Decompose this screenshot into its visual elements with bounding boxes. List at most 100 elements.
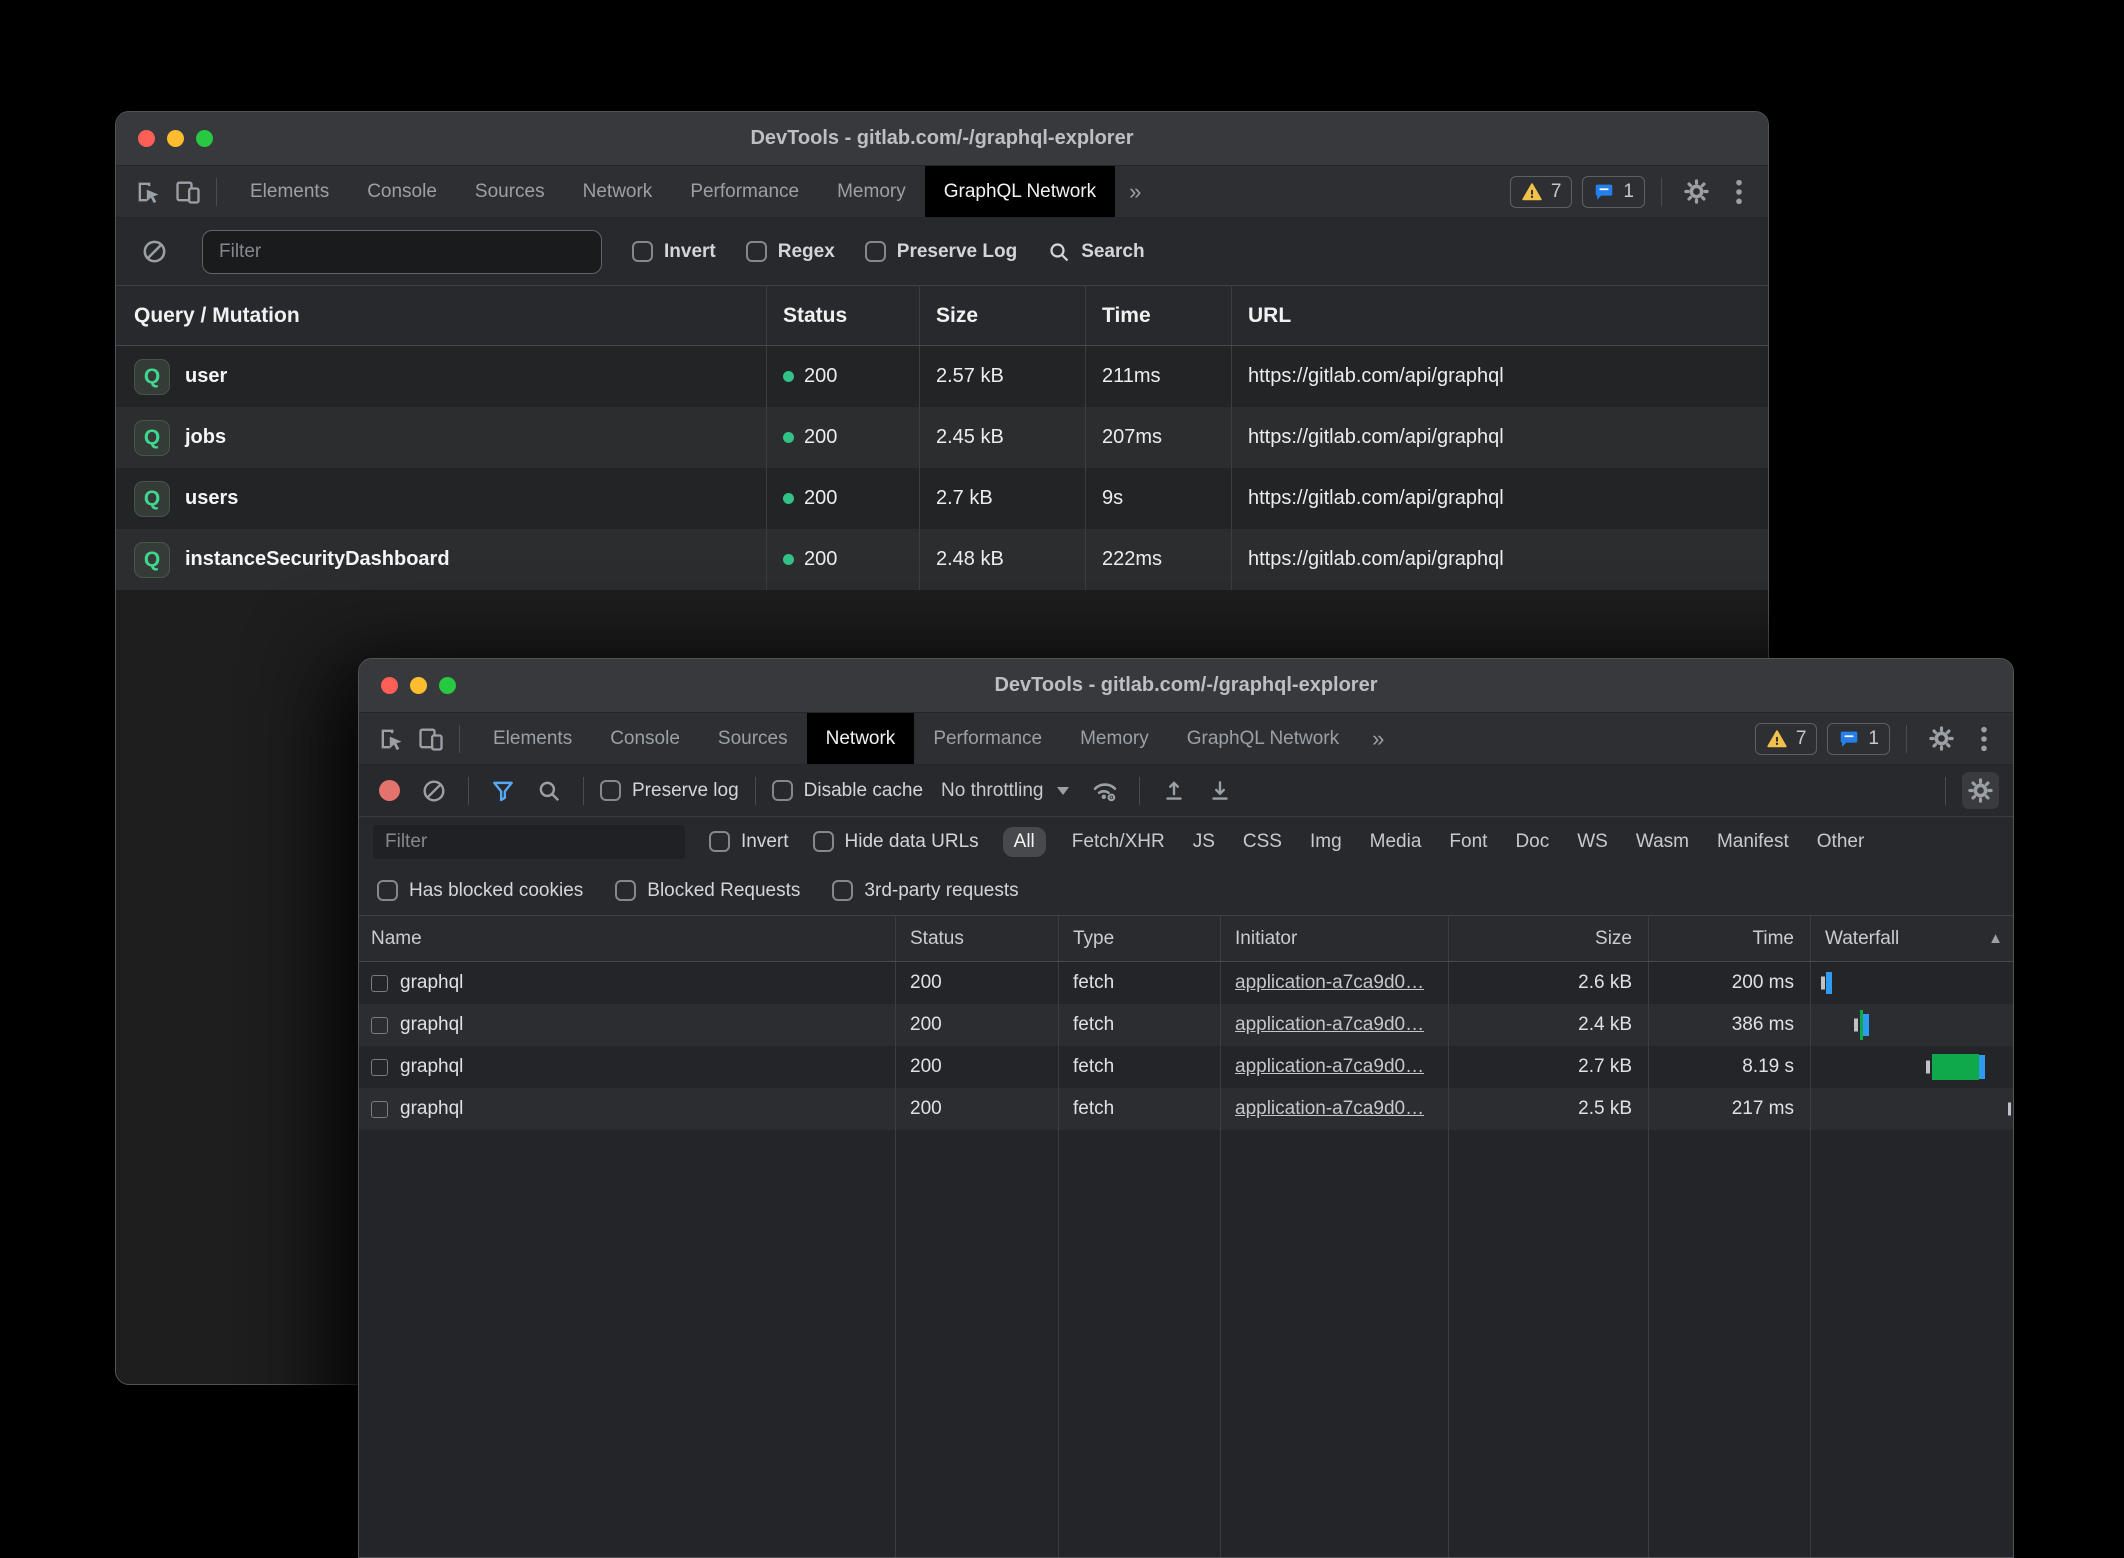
request-filter-checkbox[interactable]: 3rd-party requests bbox=[832, 880, 1018, 902]
issues-badge[interactable]: 1 bbox=[1827, 723, 1890, 755]
network-request-row[interactable]: graphql 200 fetch application-a7ca9d0… 2… bbox=[359, 1088, 2013, 1130]
panel-tab[interactable]: Console bbox=[591, 713, 699, 764]
column-header-time[interactable]: Time bbox=[1648, 916, 1810, 961]
checkbox-box[interactable] bbox=[377, 880, 398, 901]
panel-tab[interactable]: Performance bbox=[914, 713, 1061, 764]
invert-checkbox[interactable]: Invert bbox=[709, 831, 789, 853]
filter-checkbox[interactable]: Regex bbox=[746, 241, 835, 263]
export-har-icon[interactable] bbox=[1202, 773, 1238, 809]
record-button[interactable] bbox=[379, 780, 400, 801]
panel-tab[interactable]: Elements bbox=[231, 166, 348, 217]
filter-input[interactable] bbox=[202, 230, 602, 274]
initiator-link[interactable]: application-a7ca9d0… bbox=[1235, 972, 1424, 994]
filter-checkbox[interactable]: Preserve Log bbox=[865, 241, 1017, 263]
warnings-badge[interactable]: 7 bbox=[1510, 176, 1573, 208]
throttling-dropdown[interactable]: No throttling bbox=[933, 780, 1077, 802]
resource-type-filter[interactable]: CSS bbox=[1241, 827, 1284, 857]
more-tabs-icon[interactable]: » bbox=[1115, 166, 1155, 217]
initiator-link[interactable]: application-a7ca9d0… bbox=[1235, 1014, 1424, 1036]
request-filter-checkbox[interactable]: Blocked Requests bbox=[615, 880, 800, 902]
graphql-request-row[interactable]: Q user 200 2.57 kB 211ms https://gitlab.… bbox=[116, 346, 1768, 407]
checkbox-box[interactable] bbox=[832, 880, 853, 901]
resource-type-filter[interactable]: Font bbox=[1447, 827, 1489, 857]
kebab-menu-icon[interactable] bbox=[1969, 725, 1999, 753]
network-settings-gear-icon[interactable] bbox=[1962, 772, 1999, 809]
panel-tab[interactable]: Memory bbox=[818, 166, 925, 217]
device-toolbar-icon[interactable] bbox=[170, 174, 206, 210]
checkbox-box[interactable] bbox=[746, 241, 767, 262]
resource-type-filter[interactable]: Fetch/XHR bbox=[1070, 827, 1167, 857]
resource-type-filter[interactable]: JS bbox=[1191, 827, 1217, 857]
request-checkbox[interactable] bbox=[371, 1101, 388, 1118]
network-request-row[interactable]: graphql 200 fetch application-a7ca9d0… 2… bbox=[359, 962, 2013, 1004]
initiator-link[interactable]: application-a7ca9d0… bbox=[1235, 1056, 1424, 1078]
column-header-size[interactable]: Size bbox=[919, 286, 1085, 345]
issues-badge[interactable]: 1 bbox=[1582, 176, 1645, 208]
network-conditions-icon[interactable] bbox=[1087, 773, 1123, 809]
filter-funnel-icon[interactable] bbox=[485, 773, 521, 809]
resource-type-filter[interactable]: Manifest bbox=[1715, 827, 1791, 857]
column-header-status[interactable]: Status bbox=[766, 286, 919, 345]
panel-tab[interactable]: GraphQL Network bbox=[925, 166, 1115, 217]
column-header-url[interactable]: URL bbox=[1231, 286, 1768, 345]
column-header-time[interactable]: Time bbox=[1085, 286, 1231, 345]
checkbox-box[interactable] bbox=[772, 780, 793, 801]
clear-icon[interactable] bbox=[416, 773, 452, 809]
request-checkbox[interactable] bbox=[371, 1017, 388, 1034]
resource-type-filter[interactable]: Doc bbox=[1513, 827, 1551, 857]
sort-ascending-icon[interactable]: ▲ bbox=[1988, 930, 2003, 947]
checkbox-box[interactable] bbox=[709, 831, 730, 852]
search-toggle[interactable]: Search bbox=[1047, 240, 1144, 264]
panel-tab[interactable]: Performance bbox=[671, 166, 818, 217]
settings-gear-icon[interactable] bbox=[1923, 721, 1959, 757]
hide-data-urls-checkbox[interactable]: Hide data URLs bbox=[813, 831, 979, 853]
import-har-icon[interactable] bbox=[1156, 773, 1192, 809]
inspect-element-icon[interactable] bbox=[130, 174, 166, 210]
resource-type-filter[interactable]: WS bbox=[1575, 827, 1610, 857]
kebab-menu-icon[interactable] bbox=[1724, 178, 1754, 206]
panel-tab[interactable]: Elements bbox=[474, 713, 591, 764]
warnings-badge[interactable]: 7 bbox=[1755, 723, 1818, 755]
column-header-size[interactable]: Size bbox=[1448, 916, 1648, 961]
column-header-initiator[interactable]: Initiator bbox=[1220, 916, 1448, 961]
panel-tab[interactable]: Memory bbox=[1061, 713, 1168, 764]
disable-cache-checkbox[interactable]: Disable cache bbox=[772, 780, 923, 802]
request-checkbox[interactable] bbox=[371, 1059, 388, 1076]
column-header-name[interactable]: Name bbox=[359, 916, 895, 961]
column-header-type[interactable]: Type bbox=[1058, 916, 1220, 961]
network-request-row[interactable]: graphql 200 fetch application-a7ca9d0… 2… bbox=[359, 1046, 2013, 1088]
graphql-request-row[interactable]: Q instanceSecurityDashboard 200 2.48 kB … bbox=[116, 529, 1768, 590]
titlebar[interactable]: DevTools - gitlab.com/-/graphql-explorer bbox=[359, 659, 2013, 713]
device-toolbar-icon[interactable] bbox=[413, 721, 449, 757]
request-filter-checkbox[interactable]: Has blocked cookies bbox=[377, 880, 583, 902]
panel-tab[interactable]: Sources bbox=[456, 166, 564, 217]
panel-tab[interactable]: Network bbox=[807, 713, 915, 764]
checkbox-box[interactable] bbox=[632, 241, 653, 262]
settings-gear-icon[interactable] bbox=[1678, 174, 1714, 210]
resource-type-filter[interactable]: Wasm bbox=[1634, 827, 1691, 857]
search-icon[interactable] bbox=[531, 773, 567, 809]
graphql-request-row[interactable]: Q users 200 2.7 kB 9s https://gitlab.com… bbox=[116, 468, 1768, 529]
inspect-element-icon[interactable] bbox=[373, 721, 409, 757]
checkbox-box[interactable] bbox=[865, 241, 886, 262]
resource-type-filter[interactable]: Other bbox=[1815, 827, 1867, 857]
panel-tab[interactable]: GraphQL Network bbox=[1168, 713, 1358, 764]
panel-tab[interactable]: Sources bbox=[699, 713, 807, 764]
checkbox-box[interactable] bbox=[813, 831, 834, 852]
resource-type-filter[interactable]: Media bbox=[1368, 827, 1424, 857]
resource-type-filter[interactable]: Img bbox=[1308, 827, 1344, 857]
resource-type-filter[interactable]: All bbox=[1003, 827, 1046, 857]
network-filter-input[interactable] bbox=[373, 825, 685, 859]
panel-tab[interactable]: Network bbox=[564, 166, 672, 217]
filter-checkbox[interactable]: Invert bbox=[632, 241, 716, 263]
titlebar[interactable]: DevTools - gitlab.com/-/graphql-explorer bbox=[116, 112, 1768, 166]
initiator-link[interactable]: application-a7ca9d0… bbox=[1235, 1098, 1424, 1120]
checkbox-box[interactable] bbox=[600, 780, 621, 801]
request-checkbox[interactable] bbox=[371, 975, 388, 992]
checkbox-box[interactable] bbox=[615, 880, 636, 901]
column-header-waterfall[interactable]: Waterfall ▲ bbox=[1810, 916, 2013, 961]
network-request-row[interactable]: graphql 200 fetch application-a7ca9d0… 2… bbox=[359, 1004, 2013, 1046]
panel-tab[interactable]: Console bbox=[348, 166, 456, 217]
graphql-request-row[interactable]: Q jobs 200 2.45 kB 207ms https://gitlab.… bbox=[116, 407, 1768, 468]
preserve-log-checkbox[interactable]: Preserve log bbox=[600, 780, 739, 802]
